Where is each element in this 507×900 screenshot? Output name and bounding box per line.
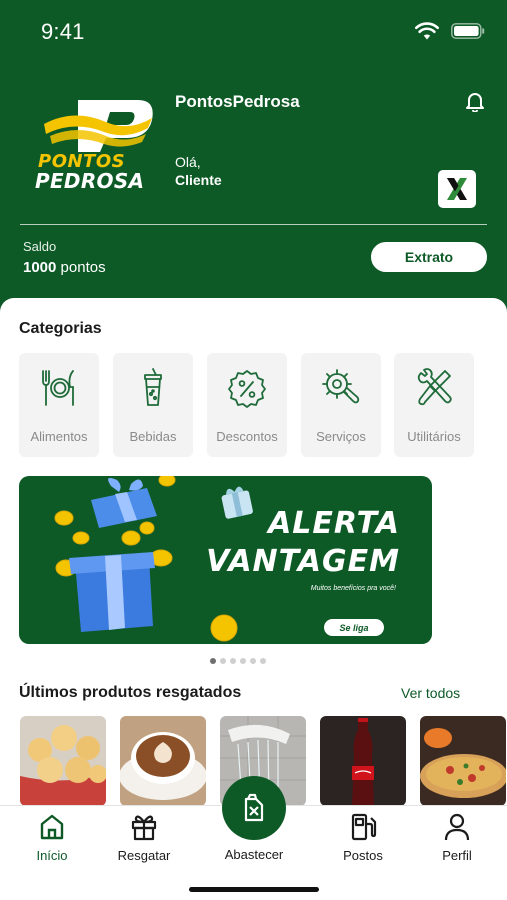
banner-cta-button[interactable]: Se liga (324, 619, 384, 636)
nav-resgatar[interactable]: Resgatar (99, 806, 189, 876)
category-alimentos[interactable]: Alimentos (19, 353, 99, 457)
status-bar: 9:41 (0, 0, 507, 62)
category-descontos[interactable]: Descontos (207, 353, 287, 457)
carousel-dot[interactable] (210, 658, 216, 664)
balance-value: 1000 pontos (23, 259, 106, 276)
carousel-dots (210, 658, 266, 664)
category-label: Alimentos (30, 429, 88, 444)
gas-pump-icon (351, 813, 377, 841)
nav-label: Abastecer (224, 847, 284, 862)
user-icon (444, 813, 470, 841)
drink-cup-icon (144, 368, 162, 406)
category-label: Bebidas (129, 429, 177, 444)
coca-cola-image (320, 716, 406, 806)
categories-title: Categorias (19, 320, 102, 337)
nav-label: Resgatar (117, 848, 171, 863)
product-coffee[interactable] (120, 716, 206, 806)
user-name: Cliente (175, 172, 222, 188)
carousel-dot[interactable] (230, 658, 236, 664)
header-divider (20, 224, 487, 225)
battery-icon (451, 23, 485, 39)
promo-banner[interactable]: ALERTA VANTAGEM Muitos benefícios pra vo… (19, 476, 432, 644)
banner-subtitle: Muitos benefícios pra você! (310, 585, 396, 592)
carousel-dot[interactable] (260, 658, 266, 664)
nav-postos[interactable]: Postos (318, 806, 408, 876)
balance-label: Saldo (23, 239, 57, 254)
extract-button[interactable]: Extrato (371, 242, 487, 272)
logo-text-pedrosa: PEDROSA (35, 169, 145, 193)
brand-name: PontosPedrosa (175, 92, 300, 111)
balance-amount: 1000 (23, 259, 57, 276)
utensils-icon (42, 370, 74, 406)
cheese-bread-image (20, 716, 106, 806)
carousel-dot[interactable] (220, 658, 226, 664)
discount-badge-icon (228, 370, 266, 408)
category-label: Utilitários (407, 429, 461, 444)
category-servicos[interactable]: Serviços (301, 353, 381, 457)
nav-perfil[interactable]: Perfil (412, 806, 502, 876)
wifi-icon (415, 22, 439, 40)
nav-abastecer-button[interactable] (222, 776, 286, 840)
fuel-can-icon (244, 793, 264, 822)
category-label: Descontos (216, 429, 278, 444)
nav-inicio[interactable]: Início (7, 806, 97, 876)
app-header: 9:41 PONTOS PEDROSA PontosPedrosa Olá, C… (0, 0, 507, 320)
gear-wrench-icon (322, 369, 360, 404)
see-all-link[interactable]: Ver todos (401, 685, 460, 701)
category-utilitarios[interactable]: Utilitários (394, 353, 474, 457)
banner-title-line-2: VANTAGEM (206, 544, 400, 579)
gift-icon (131, 815, 157, 841)
banner-title-line-1: ALERTA (268, 506, 400, 541)
greeting-text: Olá, (175, 154, 201, 170)
bottom-navigation: Início Resgatar Abastecer Postos Perfil (0, 776, 507, 900)
partner-x-icon (447, 178, 467, 200)
balance-unit: pontos (56, 259, 106, 276)
category-bebidas[interactable]: Bebidas (113, 353, 193, 457)
product-coca-cola[interactable] (320, 716, 406, 806)
product-cheese-bread[interactable] (20, 716, 106, 806)
nav-label: Perfil (442, 848, 472, 863)
categories-list: Alimentos Bebidas Descontos Serviços Uti… (19, 353, 507, 457)
carousel-dot[interactable] (240, 658, 246, 664)
home-icon (40, 814, 64, 840)
category-label: Serviços (316, 429, 366, 444)
carousel-dot[interactable] (250, 658, 256, 664)
main-content: Categorias Alimentos Bebidas Descontos S… (0, 298, 507, 808)
bell-icon[interactable] (464, 90, 486, 112)
recent-products-title: Últimos produtos resgatados (19, 684, 242, 701)
partner-logo[interactable] (438, 170, 476, 208)
nav-label: Início (36, 848, 68, 863)
tools-icon (417, 368, 452, 406)
nav-label: Postos (343, 848, 383, 863)
coffee-image (120, 716, 206, 806)
status-time: 9:41 (41, 19, 85, 44)
product-pizza[interactable] (420, 716, 506, 806)
pizza-image (420, 716, 506, 806)
home-indicator (189, 887, 319, 892)
